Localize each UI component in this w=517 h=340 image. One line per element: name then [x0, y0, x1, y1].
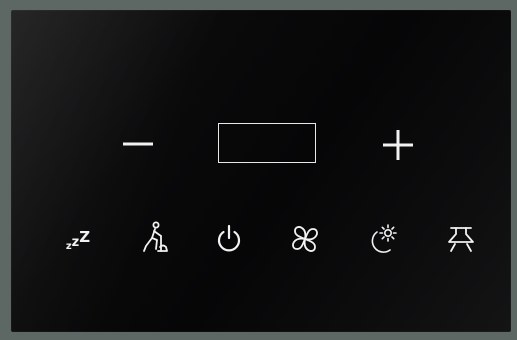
fan-button[interactable] [287, 221, 323, 257]
sleep-button[interactable]: z z Z [58, 228, 98, 256]
control-panel [11, 10, 511, 332]
minus-icon [123, 142, 153, 146]
power-icon [217, 224, 241, 252]
hood-light-button[interactable] [443, 222, 479, 256]
plus-icon [383, 130, 413, 160]
cleaning-button[interactable] [138, 220, 174, 256]
plus-button[interactable] [380, 127, 416, 163]
level-display [218, 123, 316, 163]
sleep-glyph-2: z [71, 235, 80, 250]
fan-icon [292, 226, 318, 252]
power-button[interactable] [212, 222, 246, 256]
cleaning-person-icon [143, 221, 168, 252]
sleep-zzz-icon: z z Z [66, 228, 91, 253]
sleep-glyph-3: Z [79, 228, 91, 246]
minus-button[interactable] [118, 132, 158, 156]
moon-sun-icon [371, 224, 397, 253]
hood-light-icon [448, 227, 474, 252]
night-mode-button[interactable] [363, 220, 401, 258]
